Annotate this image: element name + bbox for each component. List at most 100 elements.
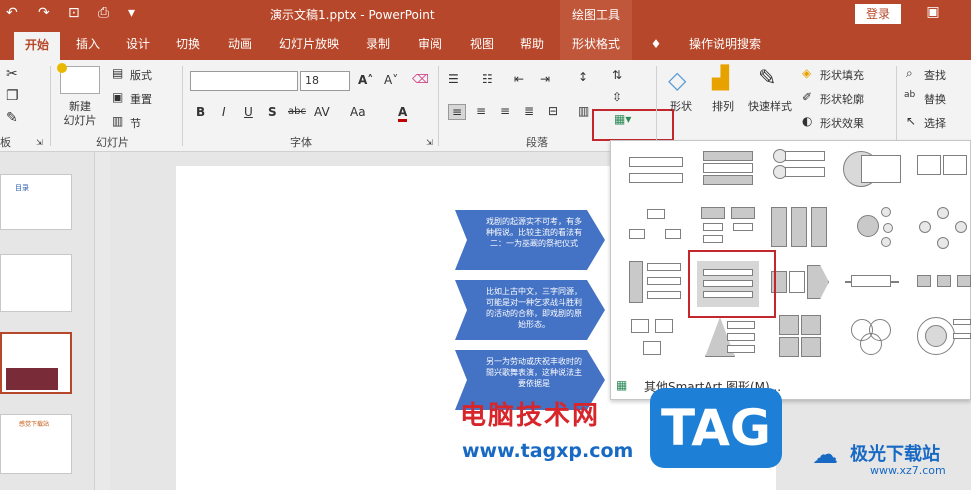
section-button[interactable]: 节 bbox=[130, 115, 141, 131]
thumbnail-scrollbar[interactable] bbox=[94, 152, 110, 490]
columns-icon[interactable]: ▥ bbox=[578, 104, 589, 118]
layout-basic-process[interactable] bbox=[913, 261, 971, 315]
find-icon[interactable]: ⌕ bbox=[906, 66, 913, 81]
font-name-select[interactable] bbox=[190, 71, 298, 91]
numbering-icon[interactable]: ☷ bbox=[482, 72, 493, 86]
ribbon-display-options-icon[interactable]: ▣ bbox=[920, 4, 946, 24]
layout-venn[interactable] bbox=[841, 315, 903, 369]
shape-outline-icon[interactable]: ✐ bbox=[802, 90, 812, 104]
layout-picture-list[interactable] bbox=[625, 315, 687, 369]
redo-icon[interactable]: ↷ bbox=[38, 5, 50, 21]
replace-button[interactable]: 替换 bbox=[924, 91, 946, 107]
layout-timeline[interactable] bbox=[841, 261, 903, 315]
layout-vertical-chevron[interactable] bbox=[625, 261, 687, 315]
layout-arc-list[interactable] bbox=[841, 149, 903, 203]
line-spacing-icon[interactable]: ↕ bbox=[578, 70, 588, 84]
reset-button[interactable]: 重置 bbox=[130, 91, 152, 107]
text-direction-icon[interactable]: ⇅ bbox=[612, 68, 622, 82]
shapes-button[interactable]: 形状 bbox=[670, 98, 692, 114]
layout-button[interactable]: 版式 bbox=[130, 67, 152, 83]
undo-icon[interactable]: ↶ bbox=[6, 5, 18, 21]
shape-effects-button[interactable]: 形状效果 bbox=[820, 115, 864, 131]
shrink-font-icon[interactable]: A˅ bbox=[384, 73, 398, 87]
layout-column-list[interactable] bbox=[769, 207, 831, 261]
tab-help[interactable]: 帮助 bbox=[510, 28, 554, 60]
login-button[interactable]: 登录 bbox=[855, 4, 901, 24]
section-icon[interactable]: ▥ bbox=[112, 114, 123, 128]
smartart-chevron-2[interactable]: 比如上古中文，三字同源，可能是对一种乞求战斗胜利的活动的合称，即戏剧的原始形态。 bbox=[455, 280, 605, 340]
increase-indent-icon[interactable]: ⇥ bbox=[540, 72, 550, 86]
format-painter-icon[interactable]: ✎ bbox=[6, 110, 18, 126]
layout-cycle[interactable] bbox=[913, 207, 971, 261]
italic-button[interactable]: I bbox=[222, 105, 226, 119]
distribute-icon[interactable]: ⊟ bbox=[548, 104, 558, 118]
new-slide-button[interactable]: 新建 幻灯片 bbox=[56, 100, 104, 128]
present-icon[interactable]: ⊡ bbox=[68, 5, 80, 21]
font-color-button[interactable]: A bbox=[398, 105, 408, 122]
clear-format-icon[interactable]: ⌫ bbox=[412, 72, 429, 86]
tell-me-search[interactable]: 操作说明搜索 bbox=[670, 28, 780, 60]
font-size-select[interactable]: 18 bbox=[300, 71, 350, 91]
customize-icon[interactable]: ▾ bbox=[128, 5, 135, 21]
shadow-button[interactable]: S bbox=[268, 105, 277, 119]
slide-thumb-4[interactable]: 感觉下载站 bbox=[0, 414, 72, 474]
bold-button[interactable]: B bbox=[196, 105, 205, 119]
layout-matrix[interactable] bbox=[769, 315, 831, 369]
shape-effects-icon[interactable]: ◐ bbox=[802, 114, 812, 128]
slide-thumb-2[interactable] bbox=[0, 254, 72, 312]
arrange-icon[interactable]: ▟ bbox=[712, 66, 729, 91]
char-spacing-button[interactable]: AV bbox=[314, 105, 330, 119]
select-button[interactable]: 选择 bbox=[924, 115, 946, 131]
smartart-chevron-1[interactable]: 戏剧的起源实不可考，有多种假说。比较主流的看法有二：一为巫觋的祭祀仪式 bbox=[455, 210, 605, 270]
justify-icon[interactable]: ≣ bbox=[524, 104, 534, 118]
strikethrough-button[interactable]: abc bbox=[288, 106, 306, 117]
quick-styles-button[interactable]: 快速样式 bbox=[748, 98, 792, 114]
reset-icon[interactable]: ▣ bbox=[112, 90, 123, 104]
shape-fill-icon[interactable]: ◈ bbox=[802, 66, 811, 80]
select-icon[interactable]: ↖ bbox=[906, 114, 916, 128]
layout-pyramid-list[interactable] bbox=[697, 315, 759, 369]
new-slide-icon[interactable] bbox=[57, 63, 100, 94]
align-left-icon[interactable]: ≡ bbox=[448, 104, 467, 120]
tab-view[interactable]: 视图 bbox=[460, 28, 504, 60]
underline-button[interactable]: U bbox=[244, 105, 253, 119]
layout-icon[interactable]: ▤ bbox=[112, 66, 123, 80]
find-button[interactable]: 查找 bbox=[924, 67, 946, 83]
copy-icon[interactable]: ❐ bbox=[6, 88, 19, 104]
decrease-indent-icon[interactable]: ⇤ bbox=[514, 72, 524, 86]
align-text-icon[interactable]: ⇳ bbox=[612, 90, 622, 104]
grow-font-icon[interactable]: A˄ bbox=[358, 73, 373, 87]
arrange-button[interactable]: 排列 bbox=[712, 98, 734, 114]
slide-thumb-1[interactable]: 目录 bbox=[0, 174, 72, 230]
font-launcher-icon[interactable]: ⇲ bbox=[426, 138, 433, 147]
tab-animations[interactable]: 动画 bbox=[218, 28, 262, 60]
slide-thumb-3[interactable] bbox=[0, 332, 72, 394]
align-center-icon[interactable]: ≡ bbox=[476, 104, 486, 118]
layout-process-arrows[interactable] bbox=[769, 261, 831, 315]
tab-slideshow[interactable]: 幻灯片放映 bbox=[272, 28, 346, 60]
layout-table-list[interactable] bbox=[913, 149, 971, 203]
shapes-icon[interactable]: ◇ bbox=[668, 66, 686, 94]
layout-basic-block-list[interactable] bbox=[625, 149, 687, 203]
shape-fill-button[interactable]: 形状填充 bbox=[820, 67, 864, 83]
quick-styles-icon[interactable]: ✎ bbox=[758, 66, 776, 91]
save-icon[interactable]: ⎙ bbox=[98, 5, 109, 21]
tab-home[interactable]: 开始 bbox=[14, 32, 60, 60]
tab-review[interactable]: 审阅 bbox=[408, 28, 452, 60]
tab-transitions[interactable]: 切换 bbox=[166, 28, 210, 60]
tab-design[interactable]: 设计 bbox=[116, 28, 160, 60]
layout-target[interactable] bbox=[913, 315, 971, 369]
layout-vertical-bullet-list[interactable] bbox=[697, 149, 759, 203]
cut-icon[interactable]: ✂ bbox=[6, 66, 18, 82]
change-case-button[interactable]: Aa bbox=[350, 105, 366, 119]
tab-record[interactable]: 录制 bbox=[356, 28, 400, 60]
layout-vertical-box-list[interactable] bbox=[769, 149, 831, 203]
align-right-icon[interactable]: ≡ bbox=[500, 104, 510, 118]
shape-outline-button[interactable]: 形状轮廓 bbox=[820, 91, 864, 107]
layout-hierarchy[interactable] bbox=[625, 207, 687, 261]
bullets-icon[interactable]: ☰ bbox=[448, 72, 459, 86]
tab-shape-format[interactable]: 形状格式 bbox=[560, 28, 632, 60]
clipboard-launcher-icon[interactable]: ⇲ bbox=[36, 138, 43, 147]
layout-radial-list[interactable] bbox=[841, 207, 903, 261]
tab-insert[interactable]: 插入 bbox=[66, 28, 110, 60]
